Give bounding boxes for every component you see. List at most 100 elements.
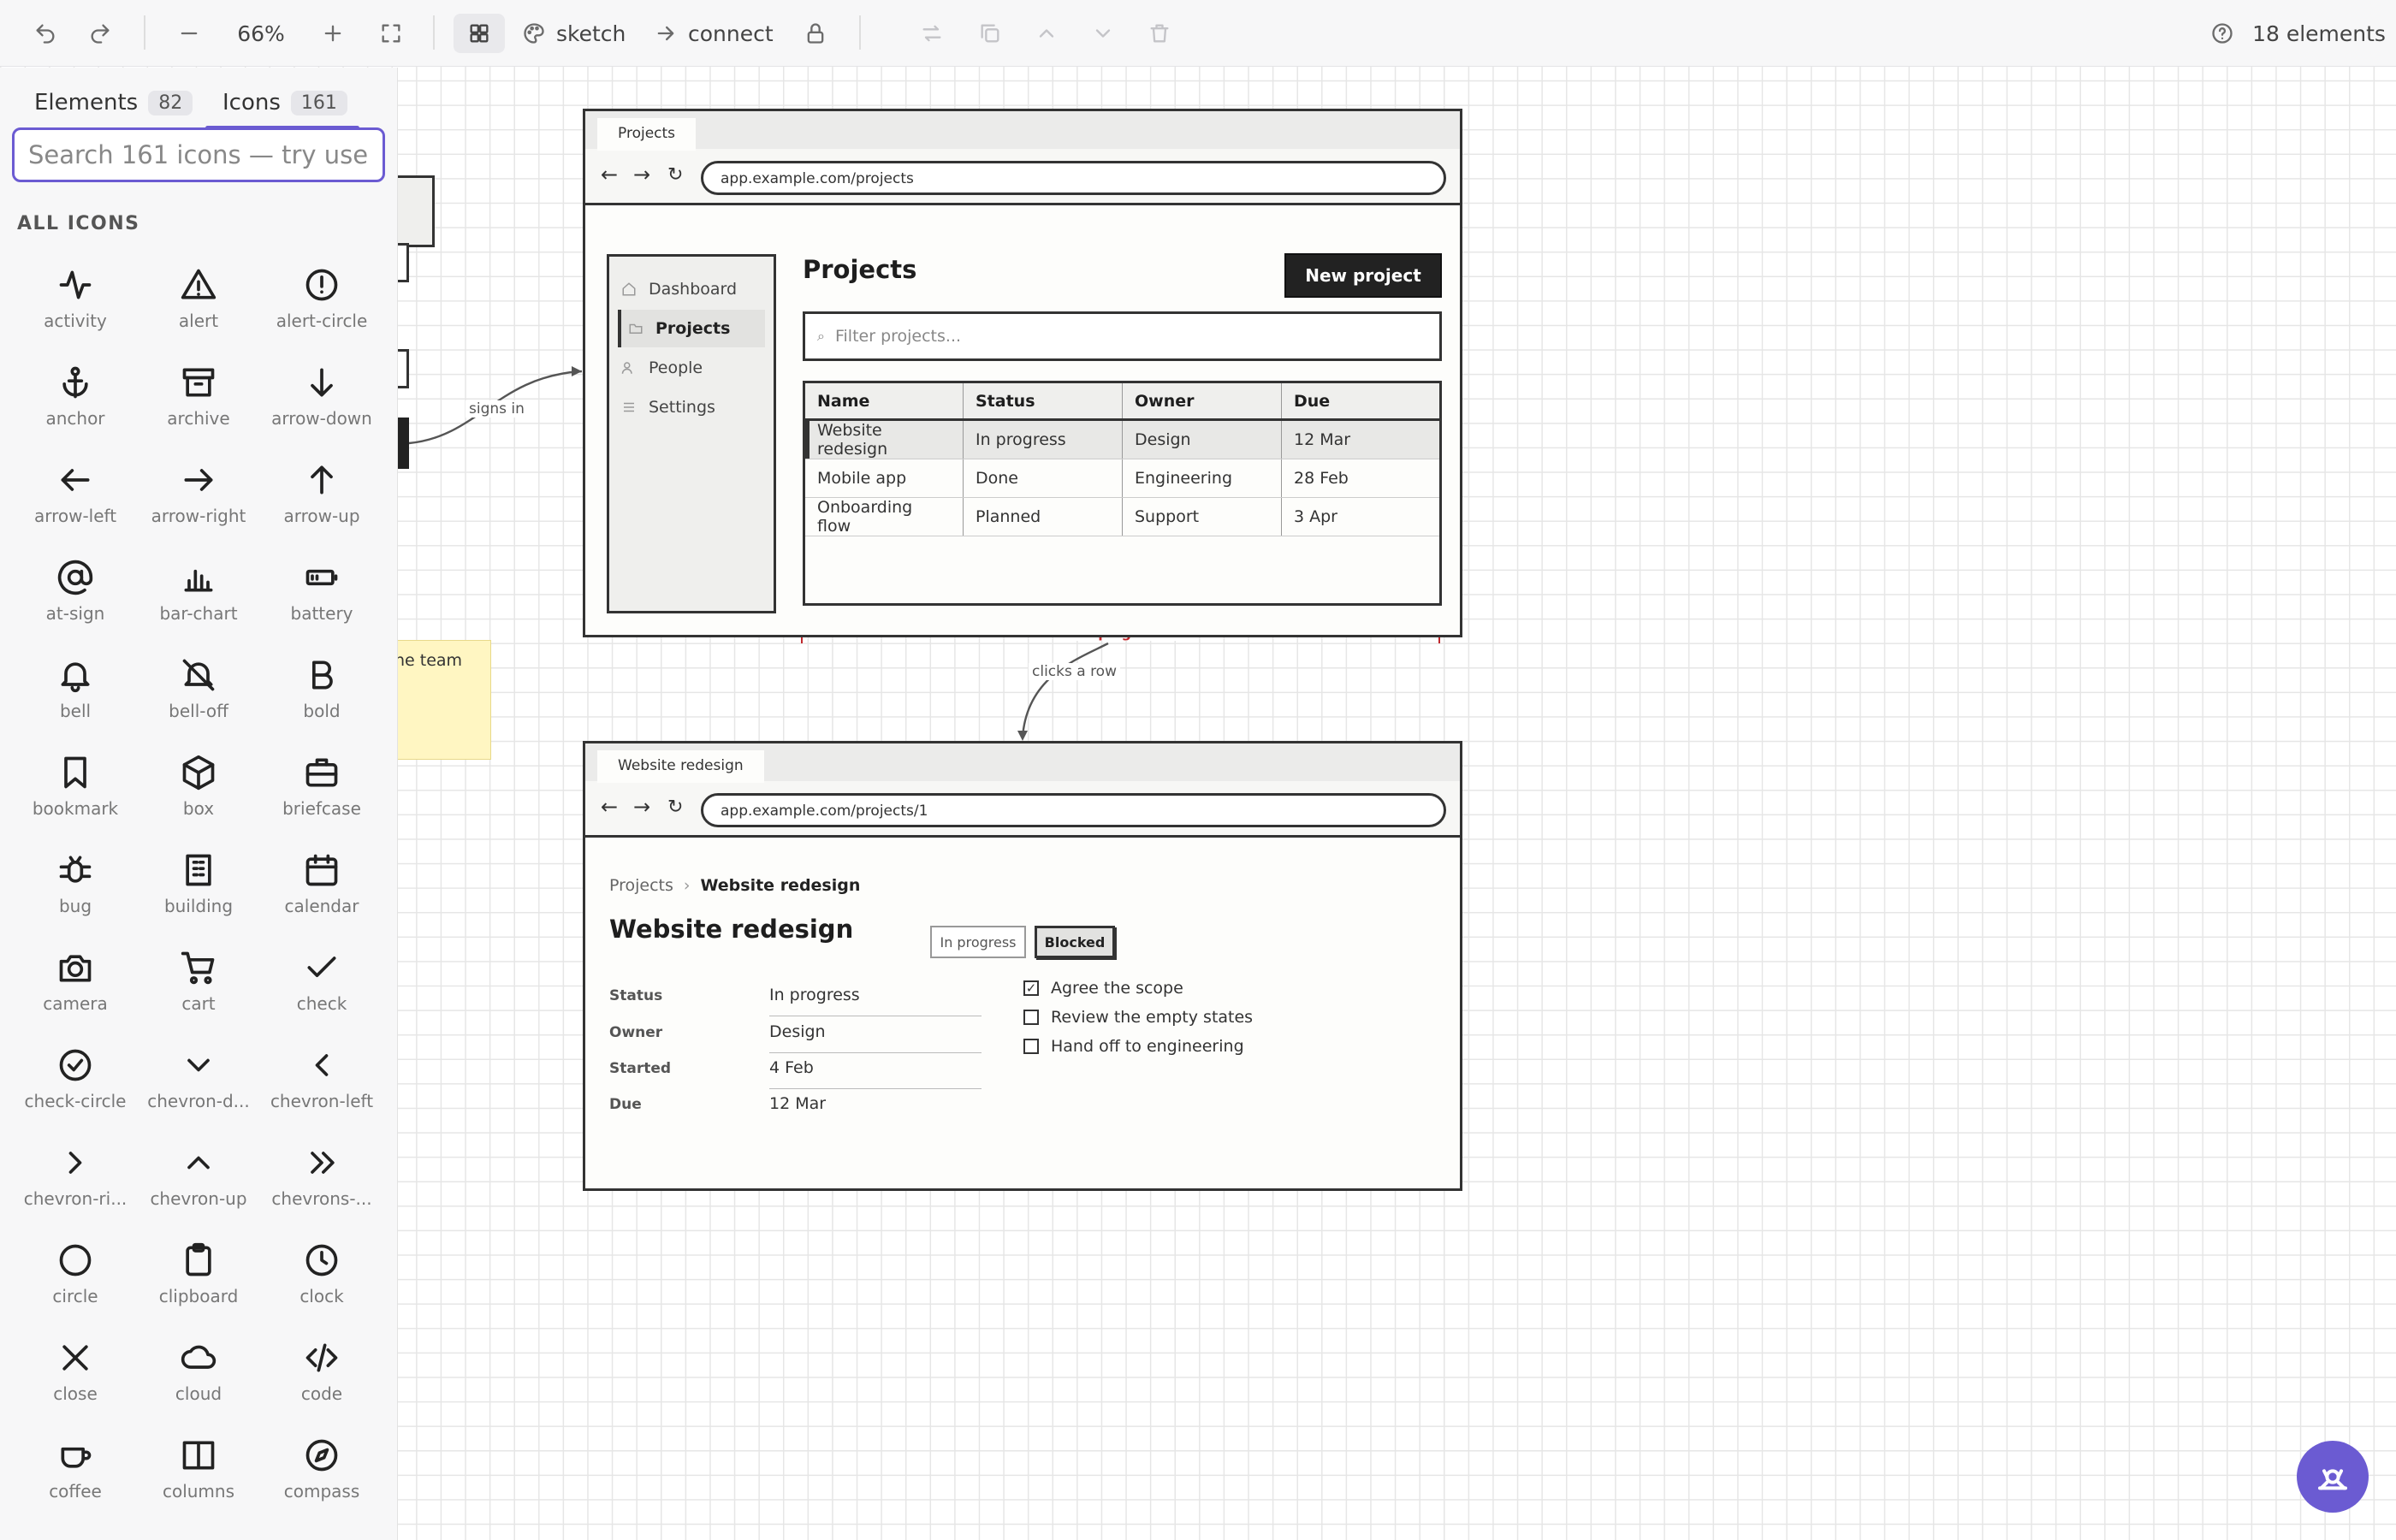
table-row[interactable]: Mobile app Done Engineering 28 Feb bbox=[804, 459, 1441, 498]
back-arrow-icon[interactable]: ← bbox=[601, 163, 618, 187]
sketch-toggle-button[interactable]: sketch bbox=[522, 14, 630, 53]
zoom-in-button[interactable] bbox=[313, 14, 353, 53]
icon-tile-cart[interactable]: cart bbox=[137, 942, 260, 1040]
filter-input[interactable]: ⌕ Filter projects... bbox=[803, 311, 1442, 361]
icon-tile-chevron-down[interactable]: chevron-d... bbox=[137, 1040, 260, 1137]
zoom-level[interactable]: 66% bbox=[231, 14, 291, 53]
icon-tile-chevrons[interactable]: chevrons-... bbox=[260, 1137, 383, 1235]
help-button[interactable] bbox=[2203, 14, 2242, 53]
icon-tile-bell-off[interactable]: bell-off bbox=[137, 649, 260, 747]
icon-tile-briefcase[interactable]: briefcase bbox=[260, 747, 383, 844]
icon-tile-at-sign[interactable]: at-sign bbox=[14, 552, 137, 649]
checkbox[interactable] bbox=[1023, 1039, 1039, 1054]
icon-tile-arrow-right[interactable]: arrow-right bbox=[137, 454, 260, 552]
icon-tile-bar-chart[interactable]: bar-chart bbox=[137, 552, 260, 649]
checklist-item[interactable]: Review the empty states bbox=[1023, 1008, 1253, 1027]
sidebar-item-projects[interactable]: Projects bbox=[618, 310, 765, 347]
browser-frame-detail[interactable]: Website redesign ← → ↻ app.example.com/p… bbox=[583, 741, 1462, 1191]
column-header[interactable]: Status bbox=[963, 382, 1123, 421]
icon-tile-bell[interactable]: bell bbox=[14, 649, 137, 747]
table-row[interactable]: Onboarding flow Planned Support 3 Apr bbox=[804, 497, 1441, 536]
icon-tile-cloud[interactable]: cloud bbox=[137, 1332, 260, 1430]
bar-chart-icon bbox=[184, 569, 213, 592]
icon-tile-coffee[interactable]: coffee bbox=[14, 1430, 137, 1527]
edge-label-clicks-row[interactable]: clicks a row bbox=[1029, 663, 1120, 680]
status-tag-blocked[interactable]: Blocked bbox=[1035, 926, 1115, 958]
icon-tile-alert-circle[interactable]: alert-circle bbox=[260, 259, 383, 357]
icon-tile-code[interactable]: code bbox=[260, 1332, 383, 1430]
zoom-out-button[interactable] bbox=[169, 14, 209, 53]
icon-tile-bookmark[interactable]: bookmark bbox=[14, 747, 137, 844]
redo-button[interactable] bbox=[80, 14, 120, 53]
lock-button[interactable] bbox=[796, 14, 835, 53]
icon-tile-compass[interactable]: compass bbox=[260, 1430, 383, 1527]
icon-tile-calendar[interactable]: calendar bbox=[260, 844, 383, 942]
icon-tile-arrow-left[interactable]: arrow-left bbox=[14, 454, 137, 552]
icon-tile-bug[interactable]: bug bbox=[14, 844, 137, 942]
delete-button[interactable] bbox=[1140, 14, 1179, 53]
undo-button[interactable] bbox=[26, 14, 65, 53]
breadcrumb-parent[interactable]: Projects bbox=[609, 876, 673, 895]
icon-tile-close[interactable]: close bbox=[14, 1332, 137, 1430]
icon-tile-columns[interactable]: columns bbox=[137, 1430, 260, 1527]
icon-tile-circle[interactable]: circle bbox=[14, 1235, 137, 1332]
reload-icon[interactable]: ↻ bbox=[667, 797, 683, 818]
sidebar-item-dashboard[interactable]: Dashboard bbox=[621, 274, 762, 305]
new-project-button[interactable]: New project bbox=[1284, 253, 1442, 298]
edge-label-signs-in[interactable]: signs in bbox=[466, 400, 528, 418]
swap-button[interactable] bbox=[912, 14, 952, 53]
connect-button[interactable]: connect bbox=[654, 14, 782, 53]
forward-arrow-icon[interactable]: → bbox=[633, 163, 650, 187]
url-bar[interactable]: app.example.com/projects bbox=[701, 161, 1446, 195]
icon-tile-activity[interactable]: activity bbox=[14, 259, 137, 357]
icon-tile-anchor[interactable]: anchor bbox=[14, 357, 137, 454]
reload-icon[interactable]: ↻ bbox=[667, 164, 683, 186]
bring-forward-button[interactable] bbox=[1027, 14, 1066, 53]
sidebar-item-people[interactable]: People bbox=[621, 352, 762, 383]
table-cell: Design bbox=[1122, 419, 1282, 459]
icon-tile-bold[interactable]: bold bbox=[260, 649, 383, 747]
icon-tile-building[interactable]: building bbox=[137, 844, 260, 942]
icon-tile-label: chevrons-... bbox=[271, 1188, 372, 1209]
column-header[interactable]: Name bbox=[804, 382, 964, 421]
table-row[interactable]: Website redesign In progress Design 12 M… bbox=[804, 419, 1441, 459]
icon-tile-check-circle[interactable]: check-circle bbox=[14, 1040, 137, 1137]
send-backward-button[interactable] bbox=[1083, 14, 1123, 53]
url-bar[interactable]: app.example.com/projects/1 bbox=[701, 793, 1446, 827]
browser-tab[interactable]: Website redesign bbox=[597, 750, 764, 783]
forward-arrow-icon[interactable]: → bbox=[633, 795, 650, 819]
checkbox-checked[interactable]: ✓ bbox=[1023, 980, 1039, 996]
icon-tile-chevron-left[interactable]: chevron-left bbox=[260, 1040, 383, 1137]
library-toggle-button[interactable] bbox=[454, 14, 505, 53]
icon-tile-alert[interactable]: alert bbox=[137, 259, 260, 357]
tab-icons[interactable]: Icons 161 bbox=[222, 90, 347, 116]
icon-tile-arrow-up[interactable]: arrow-up bbox=[260, 454, 383, 552]
fit-screen-button[interactable] bbox=[371, 14, 411, 53]
column-header[interactable]: Owner bbox=[1122, 382, 1282, 421]
browser-tab[interactable]: Projects bbox=[597, 118, 697, 151]
assistant-button[interactable] bbox=[2297, 1441, 2369, 1513]
back-arrow-icon[interactable]: ← bbox=[601, 795, 618, 819]
duplicate-button[interactable] bbox=[970, 14, 1010, 53]
icon-tile-arrow-down[interactable]: arrow-down bbox=[260, 357, 383, 454]
checklist-item[interactable]: ✓ Agree the scope bbox=[1023, 979, 1183, 998]
icon-tile-box[interactable]: box bbox=[137, 747, 260, 844]
icon-search-input[interactable] bbox=[12, 127, 385, 182]
icon-tile-chevron-right[interactable]: chevron-ri... bbox=[14, 1137, 137, 1235]
checkbox[interactable] bbox=[1023, 1010, 1039, 1025]
column-header[interactable]: Due bbox=[1281, 382, 1441, 421]
sidebar-item-settings[interactable]: Settings bbox=[621, 392, 762, 423]
icon-tile-chevron-up[interactable]: chevron-up bbox=[137, 1137, 260, 1235]
field-value: Design bbox=[769, 1022, 826, 1041]
icon-tile-check[interactable]: check bbox=[260, 942, 383, 1040]
icon-tile-label: activity bbox=[44, 311, 107, 331]
browser-frame-projects[interactable]: Projects ← → ↻ app.example.com/projects … bbox=[583, 109, 1462, 637]
tab-elements[interactable]: Elements 82 bbox=[34, 90, 193, 116]
icon-tile-camera[interactable]: camera bbox=[14, 942, 137, 1040]
icon-tile-clock[interactable]: clock bbox=[260, 1235, 383, 1332]
checklist-item[interactable]: Hand off to engineering bbox=[1023, 1037, 1244, 1056]
icon-tile-archive[interactable]: archive bbox=[137, 357, 260, 454]
icon-tile-battery[interactable]: battery bbox=[260, 552, 383, 649]
icon-tile-clipboard[interactable]: clipboard bbox=[137, 1235, 260, 1332]
status-tag-in-progress[interactable]: In progress bbox=[930, 926, 1026, 958]
